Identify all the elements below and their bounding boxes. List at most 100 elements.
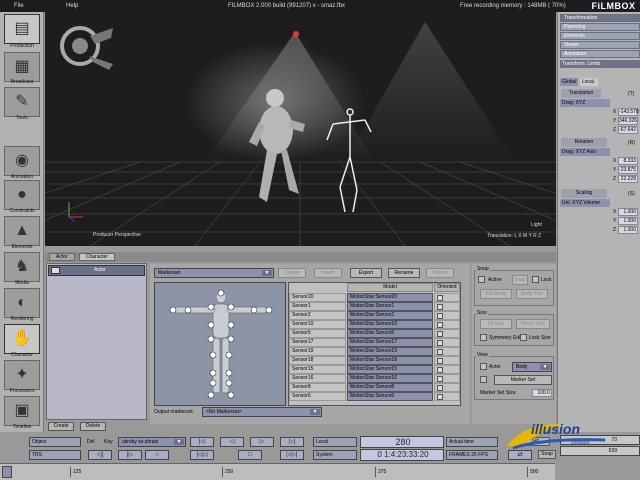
next-key-button[interactable]: |▷ — [118, 450, 142, 460]
actual-time-field[interactable]: Actual time — [446, 437, 498, 447]
production-button[interactable]: ▤ — [4, 14, 40, 44]
fit-size-button[interactable]: Fit Size — [480, 319, 512, 329]
table-row[interactable]: Sensor19 MotionStar:Sensor19 — [289, 347, 460, 356]
sensor-model[interactable]: MotionStar:Sensor19 — [347, 347, 433, 356]
translation-button[interactable]: Translation — [561, 89, 601, 98]
rotation-y[interactable]: -23.875 — [618, 166, 638, 174]
sensor-model[interactable]: MotionStar:Sensor10 — [347, 320, 433, 329]
frame-counter[interactable]: 280 — [360, 436, 444, 448]
timeline-scroll-handle[interactable] — [2, 466, 12, 478]
timecode-display[interactable]: 0 1:4:23:33:20 — [360, 449, 444, 461]
oriented-checkbox[interactable] — [437, 331, 443, 337]
reset-size-button[interactable]: Reset Size — [516, 319, 550, 329]
trs-field[interactable]: TRS — [29, 450, 81, 460]
rotation-x[interactable]: 8.333 — [618, 157, 638, 165]
markerset-dropdown[interactable]: Markerset ▼ — [154, 268, 274, 278]
scaling-drag[interactable]: Uni: XYZ Volume — [560, 199, 610, 207]
set-key-button[interactable]: Key — [104, 437, 113, 447]
table-row[interactable]: Sensor18 MotionStar:Sensor18 — [289, 356, 460, 365]
tab-elements[interactable]: Elements — [560, 32, 640, 40]
actor-view-checkbox[interactable] — [480, 363, 487, 370]
symmetry-edit-checkbox[interactable] — [480, 334, 487, 341]
character-figure[interactable] — [154, 282, 286, 406]
oriented-checkbox[interactable] — [437, 385, 443, 391]
transform-section[interactable]: Transform: Limits — [560, 60, 640, 68]
take-dropdown[interactable]: ukroky se zbrani ▼ — [118, 437, 186, 447]
tab-viewer[interactable]: Viewer — [560, 41, 640, 49]
oriented-checkbox[interactable] — [437, 322, 443, 328]
tab-transformation[interactable]: Transformation — [560, 14, 640, 22]
create-button[interactable]: Create — [48, 422, 74, 431]
lock-checkbox[interactable] — [532, 276, 539, 283]
local-toggle[interactable]: Local — [580, 78, 598, 86]
fast-forward-button[interactable]: ▷▷| — [280, 450, 304, 460]
elements-button[interactable]: ▲ — [4, 216, 40, 246]
oriented-checkbox[interactable] — [437, 313, 443, 319]
tools-button[interactable]: ✎ — [4, 87, 40, 117]
3d-viewport[interactable]: Producer Perspective Light Translation: … — [45, 12, 556, 246]
export-button[interactable]: Export — [350, 268, 382, 278]
fps-field[interactable]: FRAMES 25 FPS — [446, 450, 498, 460]
rewind-button[interactable]: |◁◁ — [190, 450, 214, 460]
sensor-model[interactable]: MotionStar:Sensor8 — [347, 383, 433, 392]
media-button[interactable]: ♞ — [4, 252, 40, 282]
sensor-model[interactable]: MotionStar:Sensor5 — [347, 329, 433, 338]
broadcast-button[interactable]: ▦ — [4, 52, 40, 82]
table-row[interactable]: Sensor2 MotionStar:Sensor2 — [289, 311, 460, 320]
full-body-button[interactable]: Full Body — [480, 289, 512, 299]
snap-time-button[interactable]: Snap — [538, 450, 556, 459]
processors-button[interactable]: ✦ — [4, 360, 40, 390]
spotlight-icon[interactable] — [293, 31, 299, 37]
rename-button[interactable]: Rename — [388, 268, 420, 278]
create-markerset-button[interactable]: Create — [278, 268, 306, 278]
sensor-model[interactable]: MotionStar:Sensor2 — [347, 311, 433, 320]
table-row[interactable]: Sensor6 MotionStar:Sensor6 — [289, 392, 460, 401]
table-row[interactable]: Sensor17 MotionStar:Sensor17 — [289, 338, 460, 347]
timeline-button[interactable]: ▣ — [4, 396, 40, 426]
menu-file[interactable]: File — [14, 3, 24, 9]
scaling-button[interactable]: Scaling — [561, 189, 607, 198]
table-row[interactable]: Sensor20 MotionStar:Sensor20 — [289, 293, 460, 302]
rotation-drag[interactable]: Drag: XYZ Axis — [560, 148, 610, 156]
timeline-ruler[interactable]: 125 250 375 500 — [0, 463, 555, 480]
oriented-checkbox[interactable] — [437, 304, 443, 310]
loop-button[interactable]: ⇄ — [508, 450, 532, 460]
body-dropdown[interactable]: Body ▼ — [512, 362, 552, 372]
step-back-button[interactable]: ◁ — [220, 437, 244, 447]
table-row[interactable]: Sensor1 MotionStar:Sensor1 — [289, 302, 460, 311]
sensor-model[interactable]: MotionStar:Sensor17 — [347, 338, 433, 347]
table-row[interactable]: Sensor16 MotionStar:Sensor16 — [289, 374, 460, 383]
sensor-model[interactable]: MotionStar:Sensor1 — [347, 302, 433, 311]
table-row[interactable]: Sensor10 MotionStar:Sensor10 — [289, 320, 460, 329]
sensor-model[interactable]: MotionStar:Sensor6 — [347, 392, 433, 401]
goto-end-button[interactable]: ▷| — [280, 437, 304, 447]
translation-z[interactable]: -67.642 — [618, 126, 638, 134]
record-button[interactable]: ○ — [145, 450, 169, 460]
sensor-model[interactable]: MotionStar:Sensor20 — [347, 293, 433, 302]
delete-key-button[interactable]: Del — [87, 437, 95, 447]
oriented-checkbox[interactable] — [437, 349, 443, 355]
tab-actor[interactable]: Actor — [49, 253, 75, 261]
oriented-checkbox[interactable] — [437, 340, 443, 346]
marker-set-size-field[interactable]: 100.0 — [532, 389, 552, 397]
sensor-model[interactable]: MotionStar:Sensor18 — [347, 356, 433, 365]
animation-button[interactable]: ◉ — [4, 146, 40, 176]
table-row[interactable]: Sensor5 MotionStar:Sensor5 — [289, 329, 460, 338]
global-toggle[interactable]: Global — [560, 78, 578, 86]
tab-animation[interactable]: Animation — [560, 50, 640, 58]
snap-button[interactable]: Snap — [512, 275, 528, 285]
prev-key-button[interactable]: ◁| — [88, 450, 112, 460]
tab-parenting[interactable]: Parenting — [560, 23, 640, 31]
insert-button[interactable]: Insert — [314, 268, 342, 278]
translation-x[interactable]: -143.578 — [618, 108, 639, 116]
translation-y[interactable]: 346.326 — [618, 117, 638, 125]
stop-button[interactable]: □ — [238, 450, 262, 460]
lock-size-checkbox[interactable] — [520, 334, 527, 341]
active-checkbox[interactable] — [478, 276, 485, 283]
delete-markerset-button[interactable]: Delete — [426, 268, 454, 278]
scaling-z[interactable]: 1.000 — [618, 226, 638, 234]
output-markerset-dropdown[interactable]: <No Markerset> ▼ — [202, 407, 322, 417]
oriented-checkbox[interactable] — [437, 394, 443, 400]
scaling-y[interactable]: 1.000 — [618, 217, 638, 225]
table-row[interactable]: Sensor15 MotionStar:Sensor15 — [289, 365, 460, 374]
